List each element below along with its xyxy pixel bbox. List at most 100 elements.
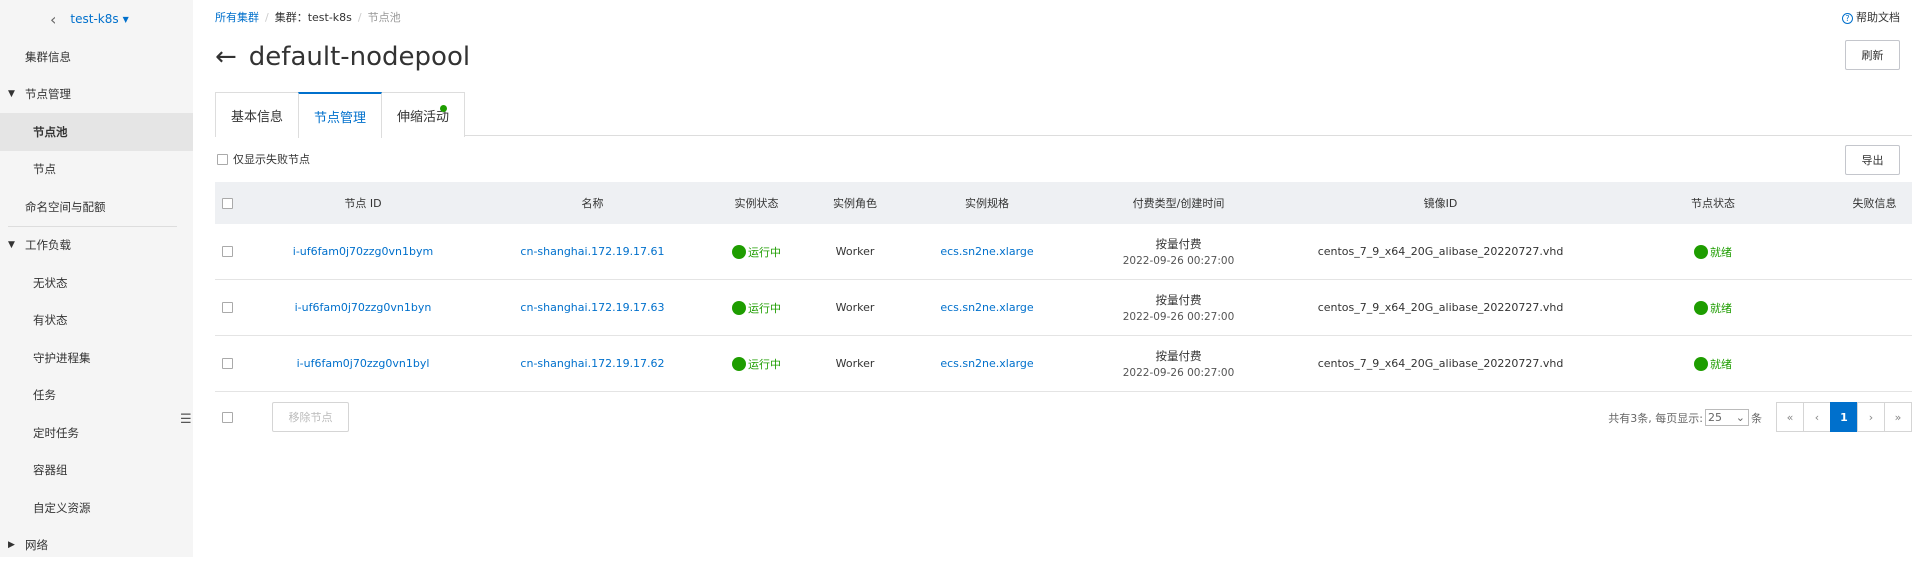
sidebar-group-network[interactable]: ▶网络 — [0, 527, 193, 564]
sidebar-item-namespace-quota[interactable]: 命名空间与配额 — [0, 188, 193, 226]
image-cell: centos_7_9_x64_20G_alibase_20220727.vhd — [1292, 224, 1589, 279]
row-checkbox[interactable] — [222, 246, 233, 257]
created-time: 2022-09-26 00:27:00 — [1123, 255, 1235, 267]
prev-page-button[interactable]: ‹ — [1803, 402, 1831, 432]
failed-only-filter[interactable]: 仅显示失败节点 — [217, 151, 310, 167]
role-cell: Worker — [801, 336, 909, 391]
sidebar-item-label: 工作负载 — [25, 237, 71, 253]
sidebar-item-label: 有状态 — [33, 312, 68, 328]
instance-status: 运行中 — [732, 244, 781, 260]
sidebar-item-nodepool[interactable]: 节点池 — [0, 113, 193, 151]
image-cell: centos_7_9_x64_20G_alibase_20220727.vhd — [1292, 280, 1589, 335]
sidebar-item-label: 节点管理 — [25, 86, 71, 102]
chevron-down-icon: ⌄ — [1736, 411, 1745, 424]
node-name-link[interactable]: cn-shanghai.172.19.17.62 — [520, 357, 664, 370]
row-checkbox[interactable] — [222, 302, 233, 313]
pay-type: 按量付费 — [1156, 292, 1202, 308]
page-header: ← default-nodepool — [215, 42, 470, 72]
page-1-button[interactable]: 1 — [1830, 402, 1858, 432]
breadcrumb-all-clusters[interactable]: 所有集群 — [215, 11, 259, 24]
sidebar-group-workloads[interactable]: ▼工作负载 — [0, 227, 193, 265]
image-cell: centos_7_9_x64_20G_alibase_20220727.vhd — [1292, 336, 1589, 391]
node-status: 就绪 — [1694, 356, 1732, 372]
pager-info: 共有3条, 每页显示: 25⌄ 条 — [1608, 409, 1762, 426]
tab-basic-info[interactable]: 基本信息 — [215, 92, 299, 137]
failed-only-checkbox[interactable] — [217, 154, 228, 165]
tab-node-management[interactable]: 节点管理 — [298, 92, 382, 138]
caret-down-icon: ▼ — [8, 240, 25, 250]
failure-info-cell — [1837, 336, 1912, 391]
sidebar-item-label: 节点池 — [33, 124, 68, 140]
role-cell: Worker — [801, 280, 909, 335]
created-time: 2022-09-26 00:27:00 — [1123, 311, 1235, 323]
node-status-text: 就绪 — [1710, 244, 1732, 260]
sidebar-item-deployments[interactable]: 无状态 — [0, 264, 193, 302]
question-icon: ? — [1842, 13, 1853, 24]
footer-select-all-checkbox[interactable] — [222, 412, 233, 423]
remove-nodes-button[interactable]: 移除节点 — [272, 402, 349, 432]
row-checkbox[interactable] — [222, 358, 233, 369]
spec-link[interactable]: ecs.sn2ne.xlarge — [940, 245, 1033, 258]
node-status: 就绪 — [1694, 300, 1732, 316]
node-id-link[interactable]: i-uf6fam0j70zzg0vn1bym — [293, 245, 433, 258]
check-circle-icon — [1694, 357, 1708, 371]
spec-link[interactable]: ecs.sn2ne.xlarge — [940, 301, 1033, 314]
caret-right-icon: ▶ — [8, 540, 25, 550]
sidebar-item-cluster-info[interactable]: 集群信息 — [0, 38, 193, 76]
first-page-button[interactable]: « — [1776, 402, 1804, 432]
select-all-checkbox[interactable] — [222, 198, 233, 209]
header-node-status: 节点状态 — [1589, 182, 1837, 224]
failure-info-cell — [1837, 224, 1912, 279]
header-instance-status: 实例状态 — [712, 182, 801, 224]
status-dot-icon — [440, 105, 447, 112]
sidebar-item-label: 定时任务 — [33, 425, 79, 441]
node-id-link[interactable]: i-uf6fam0j70zzg0vn1byl — [297, 357, 430, 370]
next-page-button[interactable]: › — [1857, 402, 1885, 432]
node-name-link[interactable]: cn-shanghai.172.19.17.63 — [520, 301, 664, 314]
sidebar-item-jobs[interactable]: 任务 — [0, 377, 193, 415]
last-page-button[interactable]: » — [1884, 402, 1912, 432]
cluster-switcher[interactable]: ‹ test-k8s ▼ — [0, 0, 193, 38]
check-circle-icon — [732, 245, 746, 259]
instance-status-text: 运行中 — [748, 300, 781, 316]
sidebar-group-node-management[interactable]: ▼节点管理 — [0, 76, 193, 114]
table-row: i-uf6fam0j70zzg0vn1bym cn-shanghai.172.1… — [215, 224, 1912, 280]
check-circle-icon — [1694, 301, 1708, 315]
sidebar-item-cronjobs[interactable]: 定时任务 — [0, 414, 193, 452]
sidebar-item-statefulsets[interactable]: 有状态 — [0, 302, 193, 340]
sidebar-item-daemonsets[interactable]: 守护进程集 — [0, 339, 193, 377]
arrow-left-icon[interactable]: ← — [215, 44, 237, 70]
sidebar-item-label: 集群信息 — [25, 49, 71, 65]
refresh-button[interactable]: 刷新 — [1845, 40, 1900, 70]
header-image: 镜像ID — [1292, 182, 1589, 224]
table-header: 节点 ID 名称 实例状态 实例角色 实例规格 付费类型/创建时间 镜像ID 节… — [215, 182, 1912, 224]
tab-scaling-activity[interactable]: 伸缩活动 — [381, 92, 465, 137]
help-label: 帮助文档 — [1856, 11, 1900, 24]
breadcrumb-current: 节点池 — [368, 11, 401, 24]
node-status-text: 就绪 — [1710, 356, 1732, 372]
node-id-link[interactable]: i-uf6fam0j70zzg0vn1byn — [295, 301, 432, 314]
spec-link[interactable]: ecs.sn2ne.xlarge — [940, 357, 1033, 370]
collapse-sidebar-icon[interactable]: ☰ — [180, 412, 194, 426]
export-button[interactable]: 导出 — [1845, 145, 1900, 175]
node-name-link[interactable]: cn-shanghai.172.19.17.61 — [520, 245, 664, 258]
breadcrumb-cluster[interactable]: 集群：test-k8s — [275, 11, 352, 24]
instance-status: 运行中 — [732, 300, 781, 316]
breadcrumb: 所有集群/集群：test-k8s/节点池 — [215, 9, 401, 25]
sidebar-item-label: 节点 — [33, 161, 56, 177]
tab-label: 节点管理 — [314, 107, 366, 126]
sidebar-item-custom-resources[interactable]: 自定义资源 — [0, 489, 193, 527]
sidebar-item-nodes[interactable]: 节点 — [0, 151, 193, 189]
sidebar: ‹ test-k8s ▼ 集群信息 ▼节点管理 节点池 节点 命名空间与配额 ▼… — [0, 0, 193, 557]
cluster-name[interactable]: test-k8s — [70, 12, 118, 26]
sidebar-item-label: 容器组 — [33, 462, 68, 478]
page-size-select[interactable]: 25⌄ — [1705, 409, 1749, 426]
main-content: 所有集群/集群：test-k8s/节点池 ?帮助文档 ← default-nod… — [193, 0, 1912, 557]
node-status-text: 就绪 — [1710, 300, 1732, 316]
sidebar-item-pods[interactable]: 容器组 — [0, 452, 193, 490]
failed-only-label: 仅显示失败节点 — [233, 151, 310, 167]
sidebar-item-label: 任务 — [33, 387, 56, 403]
help-docs-link[interactable]: ?帮助文档 — [1842, 9, 1900, 25]
header-name: 名称 — [473, 182, 712, 224]
chevron-left-icon[interactable]: ‹ — [50, 10, 56, 29]
